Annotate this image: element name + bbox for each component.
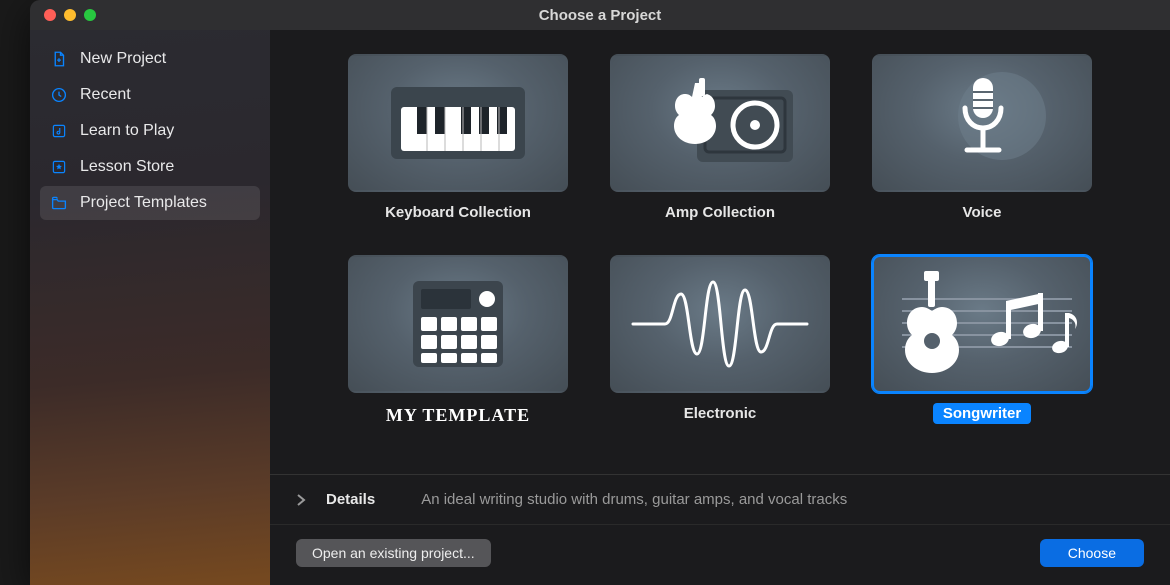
details-description: An ideal writing studio with drums, guit…	[421, 491, 847, 508]
template-label: MY TEMPLATE	[376, 403, 540, 428]
sidebar: New Project Recent Learn to Play Lesson …	[30, 30, 270, 585]
template-electronic[interactable]: Electronic	[610, 255, 830, 428]
star-box-icon	[50, 158, 68, 176]
songwriter-icon	[882, 269, 1082, 379]
sidebar-item-label: Recent	[80, 86, 131, 104]
window-body: New Project Recent Learn to Play Lesson …	[30, 30, 1170, 585]
template-label: Amp Collection	[655, 202, 785, 223]
sidebar-item-label: Project Templates	[80, 194, 207, 212]
template-label: Electronic	[674, 403, 767, 424]
choose-button[interactable]: Choose	[1040, 539, 1144, 567]
sidebar-item-recent[interactable]: Recent	[40, 78, 260, 112]
drum-machine-icon	[383, 269, 533, 379]
window-title: Choose a Project	[30, 7, 1170, 24]
amp-icon	[635, 68, 805, 178]
sidebar-item-lesson-store[interactable]: Lesson Store	[40, 150, 260, 184]
clock-icon	[50, 86, 68, 104]
template-label: Voice	[953, 202, 1012, 223]
template-grid: Keyboard Collection	[310, 54, 1130, 428]
window-controls	[44, 9, 96, 21]
sidebar-item-project-templates[interactable]: Project Templates	[40, 186, 260, 220]
template-grid-wrap: Keyboard Collection	[270, 30, 1170, 474]
sidebar-item-label: New Project	[80, 50, 166, 68]
template-label: Songwriter	[933, 403, 1031, 424]
main-panel: Keyboard Collection	[270, 30, 1170, 585]
document-plus-icon	[50, 50, 68, 68]
open-existing-project-button[interactable]: Open an existing project...	[296, 539, 491, 567]
details-label: Details	[326, 491, 375, 508]
sidebar-item-label: Learn to Play	[80, 122, 174, 140]
titlebar: Choose a Project	[30, 0, 1170, 30]
template-thumb	[348, 54, 568, 192]
template-amp-collection[interactable]: Amp Collection	[610, 54, 830, 223]
project-chooser-window: Choose a Project New Project Recent Lear…	[30, 0, 1170, 585]
close-window-button[interactable]	[44, 9, 56, 21]
note-icon	[50, 122, 68, 140]
zoom-window-button[interactable]	[84, 9, 96, 21]
microphone-icon	[907, 68, 1057, 178]
template-thumb	[348, 255, 568, 393]
waveform-icon	[625, 274, 815, 374]
template-songwriter[interactable]: Songwriter	[872, 255, 1092, 428]
template-thumb	[872, 54, 1092, 192]
template-keyboard-collection[interactable]: Keyboard Collection	[348, 54, 568, 223]
chevron-right-icon	[296, 494, 310, 506]
template-label: Keyboard Collection	[375, 202, 541, 223]
details-row[interactable]: Details An ideal writing studio with dru…	[270, 474, 1170, 524]
sidebar-item-learn-to-play[interactable]: Learn to Play	[40, 114, 260, 148]
folder-icon	[50, 194, 68, 212]
template-voice[interactable]: Voice	[872, 54, 1092, 223]
template-thumb	[610, 54, 830, 192]
footer: Open an existing project... Choose	[270, 524, 1170, 585]
template-thumb	[610, 255, 830, 393]
sidebar-item-new-project[interactable]: New Project	[40, 42, 260, 76]
minimize-window-button[interactable]	[64, 9, 76, 21]
template-my-template[interactable]: MY TEMPLATE	[348, 255, 568, 428]
sidebar-item-label: Lesson Store	[80, 158, 174, 176]
piano-icon	[383, 77, 533, 169]
template-thumb	[872, 255, 1092, 393]
